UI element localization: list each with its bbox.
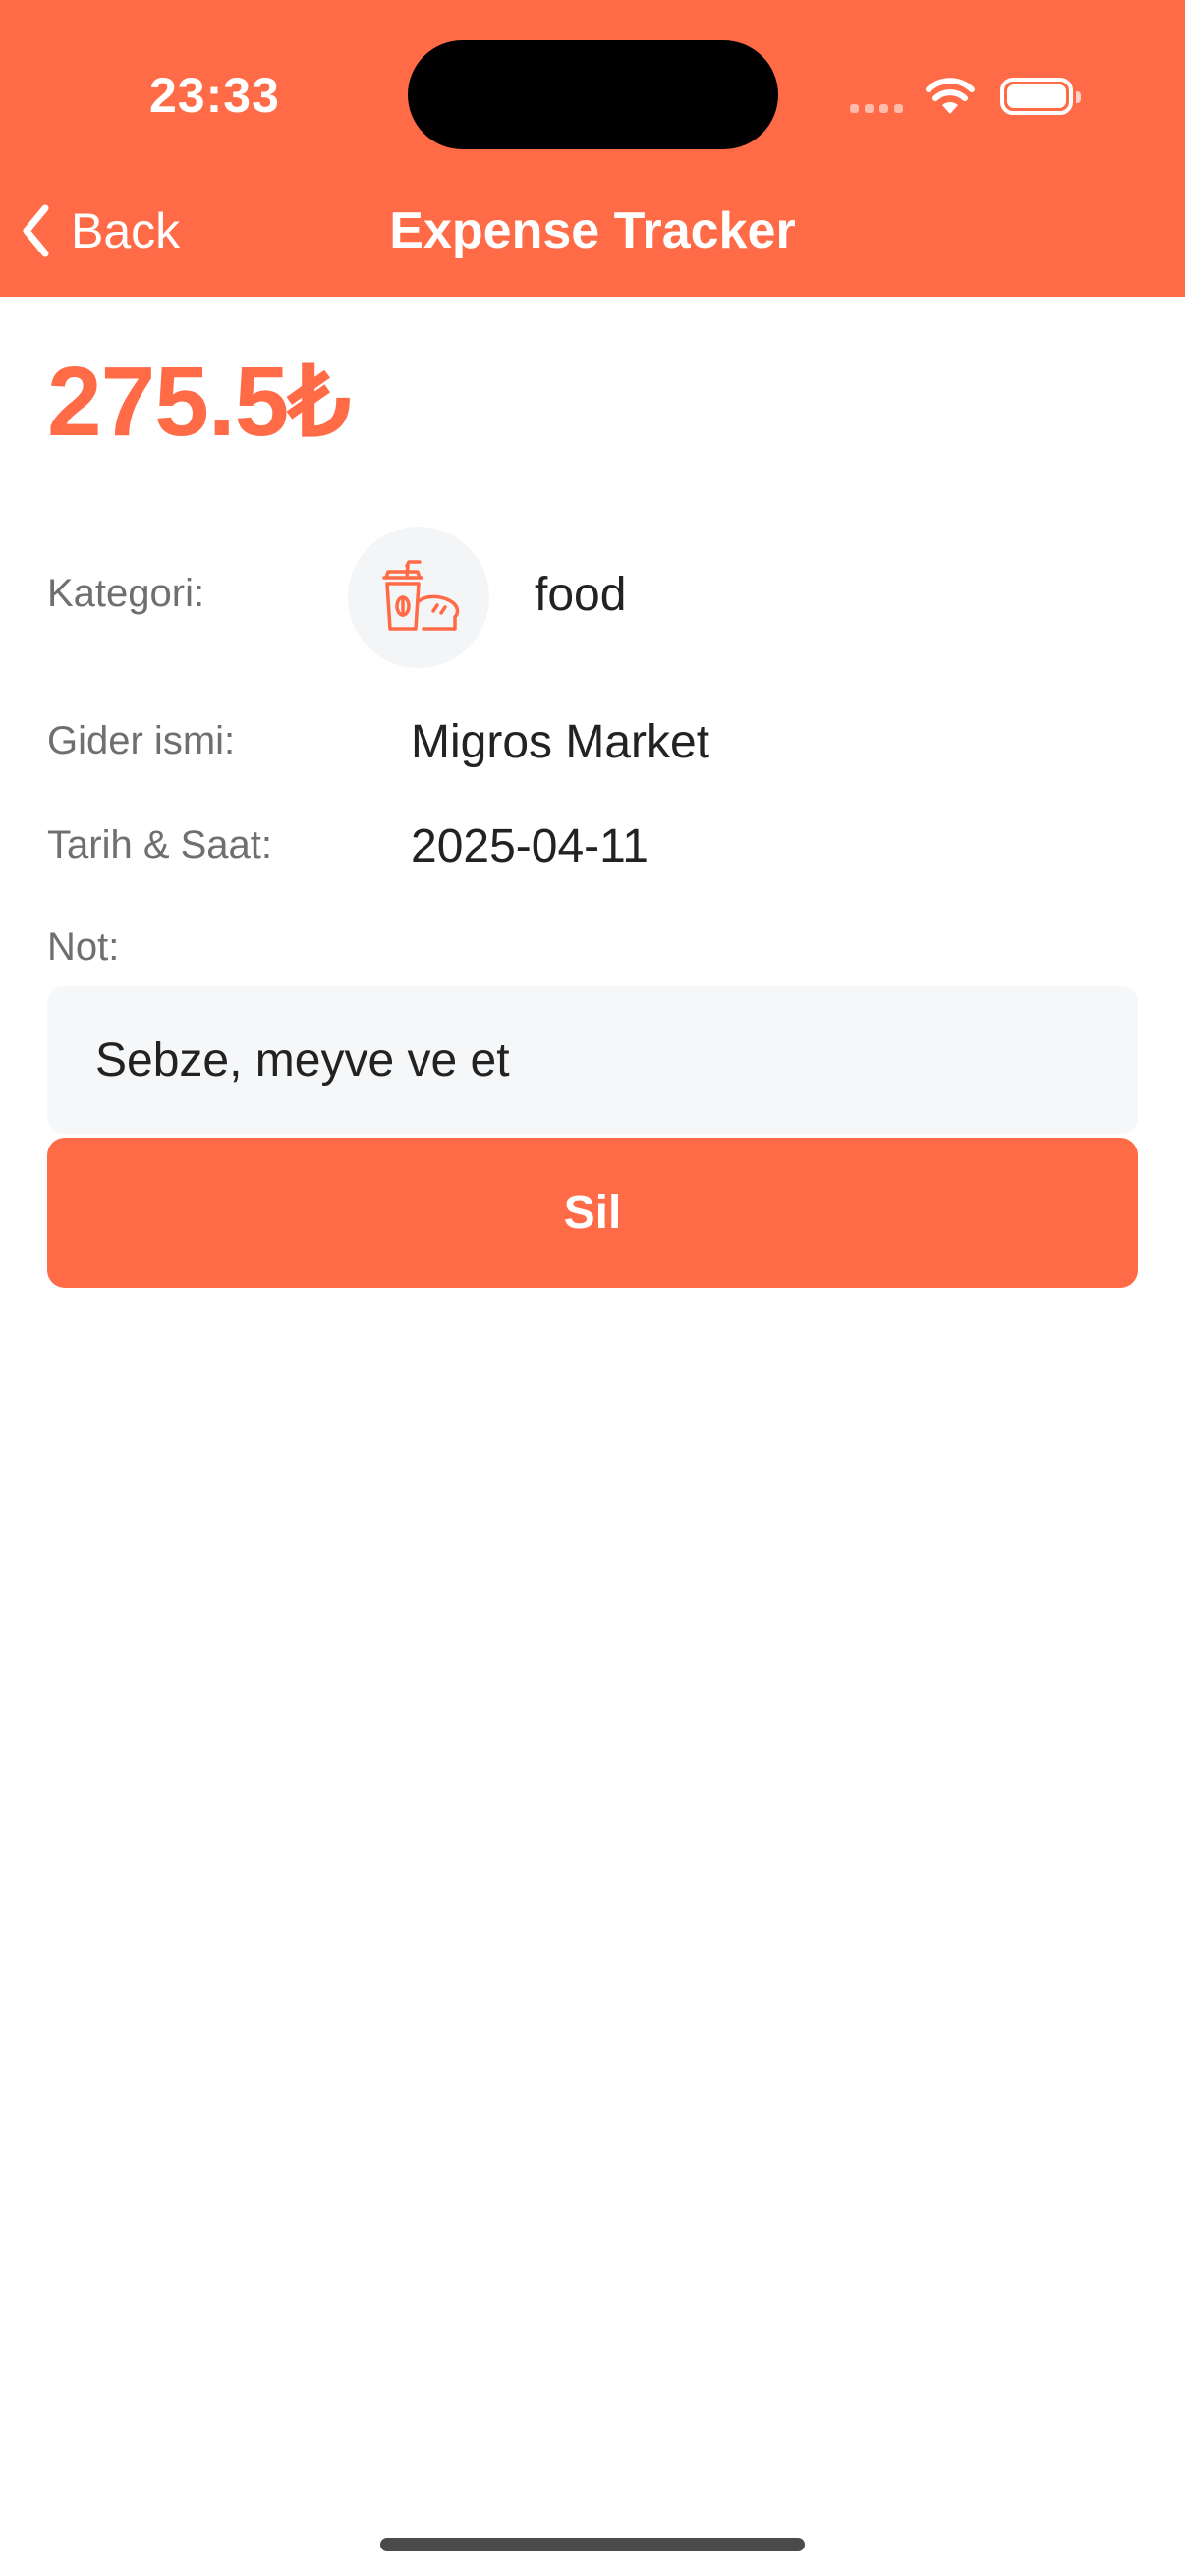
datetime-label: Tarih & Saat: — [47, 823, 273, 867]
battery-icon — [1000, 78, 1081, 115]
delete-button[interactable]: Sil — [47, 1138, 1138, 1288]
food-drink-icon — [382, 560, 460, 631]
category-value: food — [535, 569, 627, 621]
status-time: 23:33 — [149, 68, 280, 123]
back-label: Back — [71, 203, 181, 258]
category-icon-badge — [348, 527, 489, 668]
note-field: Sebze, meyve ve et — [47, 986, 1138, 1134]
datetime-value: 2025-04-11 — [411, 820, 649, 872]
note-text: Sebze, meyve ve et — [95, 1034, 510, 1087]
category-label: Kategori: — [47, 572, 205, 615]
note-label: Not: — [47, 925, 120, 969]
chevron-left-icon — [23, 204, 49, 257]
nav-header: 23:33 Expense Tracker Back — [0, 0, 1185, 297]
back-button[interactable]: Back — [22, 196, 180, 265]
home-indicator[interactable] — [380, 2538, 805, 2551]
wifi-icon — [926, 78, 975, 114]
cellular-signal-icon — [850, 104, 903, 113]
expense-name-value: Migros Market — [411, 716, 710, 768]
dynamic-island — [408, 40, 778, 149]
expense-amount: 275.5₺ — [47, 347, 351, 457]
expense-name-label: Gider ismi: — [47, 719, 236, 762]
